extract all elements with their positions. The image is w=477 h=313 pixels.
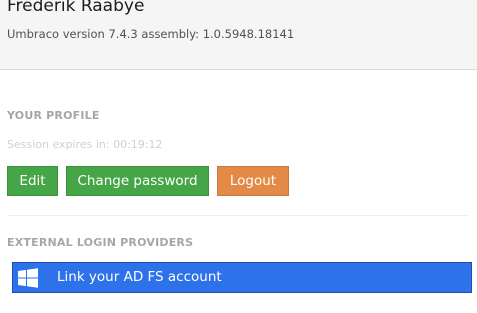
user-header: Frederik Raabye Umbraco version 7.4.3 as… (0, 0, 477, 70)
change-password-button[interactable]: Change password (66, 166, 209, 196)
windows-icon (18, 268, 38, 288)
link-adfs-account-label: Link your AD FS account (57, 269, 222, 285)
user-name: Frederik Raabye (7, 0, 145, 16)
link-adfs-account-button[interactable]: Link your AD FS account (12, 262, 472, 293)
your-profile-heading: YOUR PROFILE (7, 109, 100, 122)
session-expiry-text: Session expires in: 00:19:12 (7, 138, 163, 151)
logout-button[interactable]: Logout (217, 166, 289, 196)
version-info: Umbraco version 7.4.3 assembly: 1.0.5948… (7, 27, 295, 41)
section-divider (7, 215, 469, 216)
edit-button[interactable]: Edit (7, 166, 58, 196)
external-login-providers-heading: EXTERNAL LOGIN PROVIDERS (7, 236, 194, 249)
